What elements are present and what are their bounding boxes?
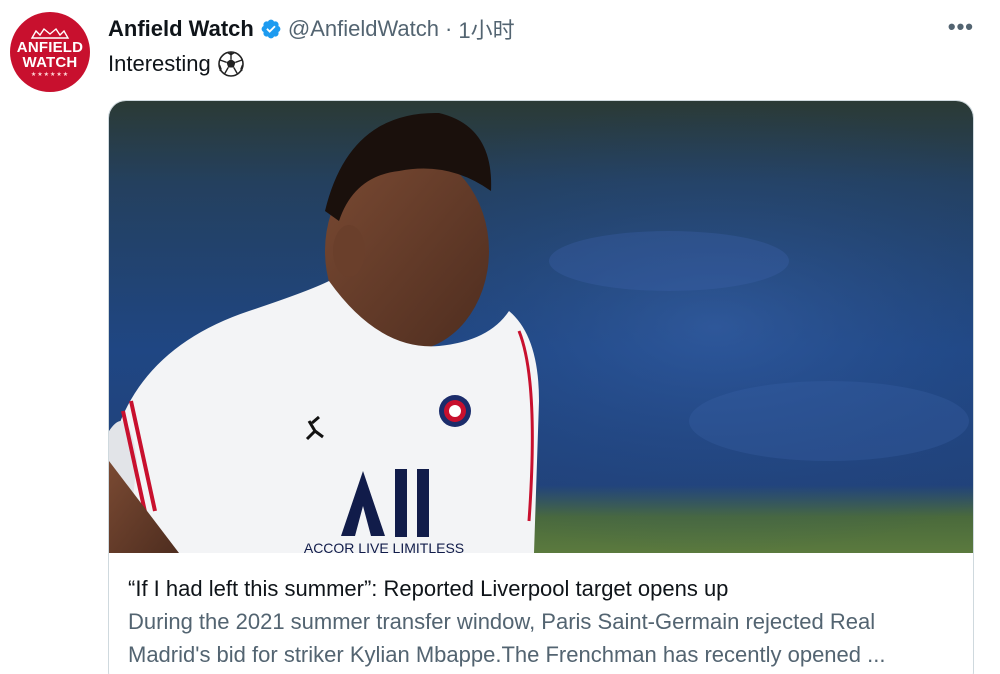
player-photo: ACCOR LIVE LIMITLESS bbox=[109, 101, 973, 553]
avatar-text-line1: ANFIELD bbox=[16, 38, 84, 56]
tweet-header: Anfield Watch @AnfieldWatch · 1小时 bbox=[108, 14, 515, 44]
crest-icon bbox=[30, 27, 70, 39]
card-image[interactable]: ACCOR LIVE LIMITLESS bbox=[109, 101, 973, 553]
tweet: ANFIELD WATCH ★★★★★★ Anfield Watch @Anfi… bbox=[0, 0, 1000, 674]
card-body: “If I had left this summer”: Reported Li… bbox=[109, 553, 973, 671]
avatar-text-line2: WATCH bbox=[22, 53, 78, 71]
verified-badge-icon bbox=[261, 19, 281, 39]
tweet-text-content: Interesting bbox=[108, 51, 211, 76]
card-description: During the 2021 summer transfer window, … bbox=[128, 609, 886, 667]
timestamp[interactable]: 1小时 bbox=[458, 13, 514, 45]
author-handle[interactable]: @AnfieldWatch bbox=[288, 16, 439, 42]
author-name[interactable]: Anfield Watch bbox=[108, 16, 254, 42]
tweet-text: Interesting bbox=[108, 50, 245, 78]
avatar-stars: ★★★★★★ bbox=[30, 71, 70, 78]
soccer-ball-icon bbox=[217, 51, 244, 77]
more-dots-icon[interactable]: ••• bbox=[948, 14, 974, 40]
separator-dot: · bbox=[445, 16, 453, 41]
avatar[interactable]: ANFIELD WATCH ★★★★★★ bbox=[10, 12, 90, 92]
card-title[interactable]: “If I had left this summer”: Reported Li… bbox=[128, 575, 973, 603]
link-card[interactable]: ACCOR LIVE LIMITLESS “If I had left this… bbox=[108, 100, 974, 674]
sponsor-text: ACCOR LIVE LIMITLESS bbox=[304, 540, 464, 553]
